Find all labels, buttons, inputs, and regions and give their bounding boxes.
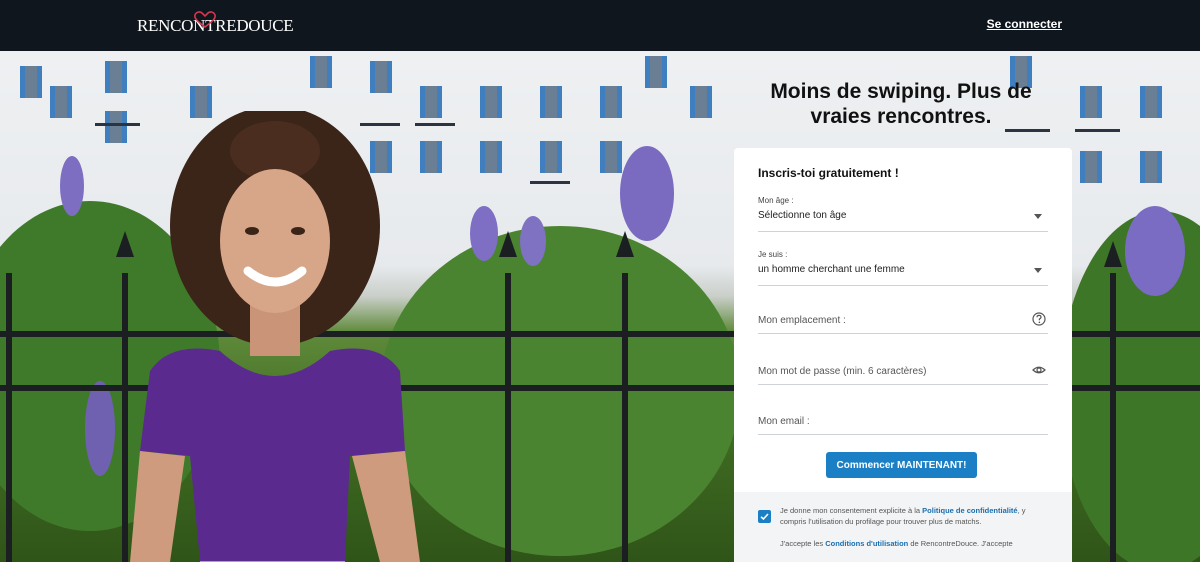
email-placeholder: Mon email :: [758, 416, 810, 427]
lilac-flowers: [520, 216, 546, 266]
lilac-flowers: [620, 146, 674, 241]
age-select[interactable]: Mon âge : Sélectionne ton âge: [758, 196, 1048, 232]
location-placeholder: Mon emplacement :: [758, 315, 846, 326]
eye-icon[interactable]: [1032, 363, 1046, 377]
heart-logo-icon: [194, 11, 216, 28]
question-circle-icon[interactable]: [1032, 312, 1046, 326]
consent-checkbox[interactable]: [758, 510, 771, 523]
privacy-consent-text: Je donne mon consentement explicite à la…: [780, 505, 1040, 527]
accept-suffix: de RencontreDouce. J'accepte: [908, 539, 1013, 548]
lilac-flowers: [1125, 206, 1185, 296]
consent-section: Je donne mon consentement explicite à la…: [734, 492, 1072, 562]
terms-of-use-link[interactable]: Conditions d'utilisation: [825, 539, 908, 548]
signup-form-card: Inscris-toi gratuitement ! Mon âge : Sél…: [734, 148, 1072, 562]
logo-text-left: RENCONTRE: [137, 16, 237, 35]
consent-prefix: Je donne mon consentement explicite à la: [780, 506, 923, 515]
logo-text-right: DOUCE: [236, 16, 294, 35]
age-value: Sélectionne ton âge: [758, 210, 847, 221]
privacy-policy-link[interactable]: Politique de confidentialité: [922, 506, 1017, 515]
gender-label: Je suis :: [758, 250, 788, 259]
age-label: Mon âge :: [758, 196, 794, 205]
gender-value: un homme cherchant une femme: [758, 264, 905, 275]
lilac-flowers: [60, 156, 84, 216]
rencontredouce-logo[interactable]: RENCONTRE DOUCE: [137, 11, 294, 38]
start-now-button[interactable]: Commencer MAINTENANT!: [826, 452, 977, 478]
accept-prefix: J'accepte les: [780, 539, 826, 548]
hero-headline: Moins de swiping. Plus de vraies rencont…: [770, 80, 1032, 128]
password-placeholder: Mon mot de passe (min. 6 caractères): [758, 366, 927, 377]
form-title: Inscris-toi gratuitement !: [758, 166, 899, 180]
checkmark-icon: [760, 513, 769, 521]
caret-down-icon: [1034, 268, 1042, 273]
lilac-flowers: [85, 381, 115, 476]
woman-portrait: [130, 111, 420, 562]
gender-preference-select[interactable]: Je suis : un homme cherchant une femme: [758, 250, 1048, 286]
email-input[interactable]: Mon email :: [758, 408, 1048, 435]
foliage: [380, 226, 740, 556]
password-input[interactable]: Mon mot de passe (min. 6 caractères): [758, 358, 1048, 385]
login-link[interactable]: Se connecter: [987, 17, 1062, 31]
top-navigation-bar: RENCONTRE DOUCE Se connecter: [0, 0, 1200, 51]
lilac-flowers: [470, 206, 498, 261]
location-input[interactable]: Mon emplacement :: [758, 308, 1048, 334]
terms-acceptance-text: J'accepte les Conditions d'utilisation d…: [780, 539, 1050, 548]
caret-down-icon: [1034, 214, 1042, 219]
